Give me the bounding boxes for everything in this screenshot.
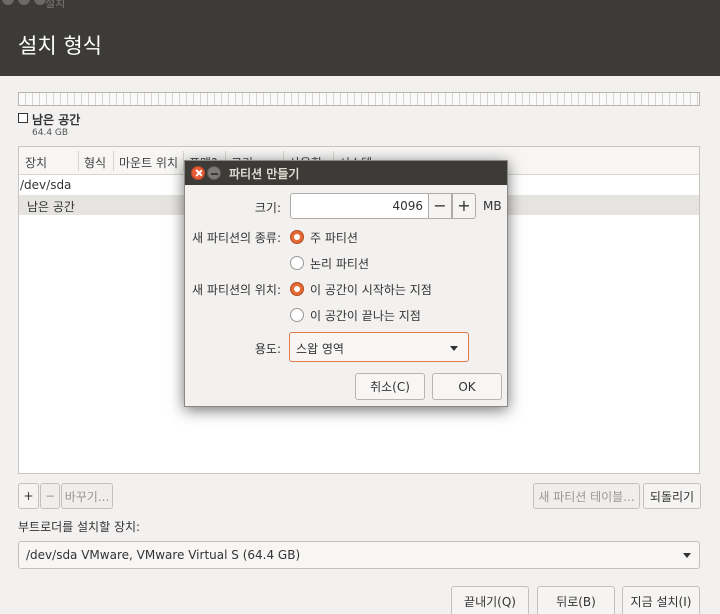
cancel-button[interactable]: 취소(C) [355, 373, 425, 400]
partition-location-label: 새 파티션의 위치: [192, 283, 281, 297]
quit-button[interactable]: 끝내기(Q) [451, 586, 529, 614]
location-end-radio[interactable] [290, 308, 304, 322]
chevron-down-icon [450, 346, 458, 351]
partition-type-label: 새 파티션의 종류: [192, 231, 281, 245]
dialog-title: 파티션 만들기 [229, 167, 300, 181]
close-icon[interactable] [2, 0, 14, 5]
primary-partition-label[interactable]: 주 파티션 [310, 229, 358, 246]
location-end-label[interactable]: 이 공간이 끝나는 지점 [310, 307, 421, 324]
page-title: 설치 형식 [18, 34, 102, 58]
create-partition-dialog: 파티션 만들기 크기: 4096 − + MB 새 파티션의 종류: 주 파티션… [184, 160, 508, 407]
size-increment-button[interactable]: + [452, 193, 476, 219]
bootloader-label: 부트로더를 설치할 장치: [18, 520, 141, 534]
use-as-value: 스왑 영역 [296, 342, 344, 356]
size-decrement-button[interactable]: − [428, 193, 452, 219]
window-title: 설치 [45, 0, 66, 10]
use-as-select[interactable]: 스왑 영역 [289, 332, 469, 362]
device-cell: 남은 공간 [27, 200, 75, 214]
free-space-swatch [18, 113, 28, 123]
legend-size: 64.4 GB [32, 128, 69, 138]
remove-partition-button[interactable]: − [40, 483, 60, 509]
revert-button[interactable]: 되돌리기 [643, 483, 701, 509]
location-start-radio[interactable] [290, 282, 304, 296]
new-partition-table-button[interactable]: 새 파티션 테이블... [533, 483, 640, 509]
device-cell: /dev/sda [20, 178, 72, 192]
legend-label: 남은 공간 [32, 113, 81, 127]
close-icon[interactable] [191, 166, 205, 180]
location-start-label[interactable]: 이 공간이 시작하는 지점 [310, 281, 432, 298]
add-partition-button[interactable]: + [18, 483, 39, 509]
window-controls [2, 0, 46, 5]
logical-partition-radio[interactable] [290, 256, 304, 270]
minimize-icon[interactable] [18, 0, 30, 5]
use-as-label: 용도: [254, 342, 281, 356]
install-now-button[interactable]: 지금 설치(I) [622, 586, 700, 614]
size-input[interactable]: 4096 [290, 193, 430, 219]
disk-usage-bar [18, 92, 700, 106]
size-label: 크기: [254, 201, 281, 215]
back-button[interactable]: 뒤로(B) [537, 586, 615, 614]
header-bar: 설치 설치 형식 [0, 0, 720, 76]
ok-button[interactable]: OK [432, 373, 502, 400]
primary-partition-radio[interactable] [290, 230, 304, 244]
bootloader-device-select[interactable]: /dev/sda VMware, VMware Virtual S (64.4 … [18, 541, 700, 569]
partition-toolbar: + − 바꾸기... 새 파티션 테이블... 되돌리기 [18, 483, 702, 509]
column-mount-point[interactable]: 마운트 위치 [119, 154, 178, 171]
size-value: 4096 [392, 199, 423, 213]
column-device[interactable]: 장치 [25, 154, 47, 171]
logical-partition-label[interactable]: 논리 파티션 [310, 255, 369, 272]
change-partition-button[interactable]: 바꾸기... [61, 483, 113, 509]
size-unit: MB [483, 199, 502, 213]
dialog-titlebar: 파티션 만들기 [185, 161, 507, 185]
minimize-icon[interactable] [207, 166, 221, 180]
bootloader-device-value: /dev/sda VMware, VMware Virtual S (64.4 … [26, 548, 301, 562]
column-type[interactable]: 형식 [84, 154, 106, 171]
chevron-down-icon [683, 553, 691, 558]
